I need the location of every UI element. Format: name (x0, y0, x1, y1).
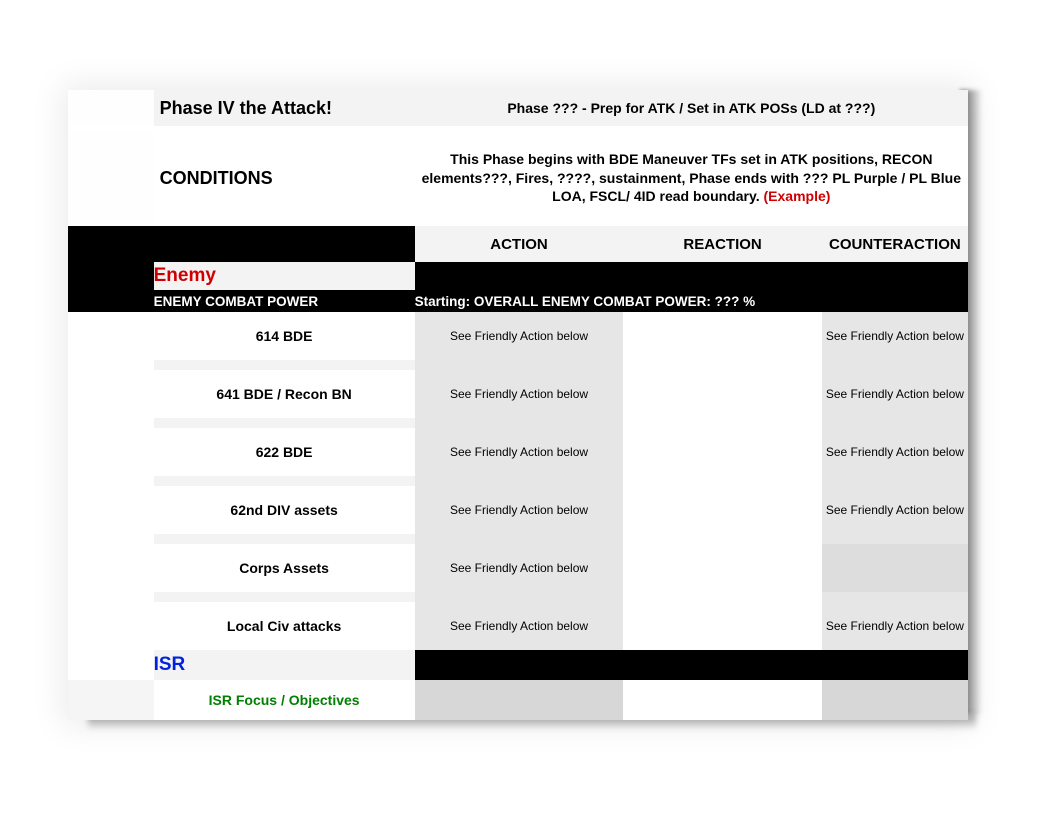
enemy-action: See Friendly Action below (415, 561, 624, 575)
enemy-section-row: Enemy (68, 262, 968, 290)
conditions-text: This Phase begins with BDE Maneuver TFs … (415, 150, 968, 207)
enemy-counter: See Friendly Action below (822, 619, 968, 633)
header-counteraction: COUNTERACTION (822, 236, 968, 253)
enemy-row: 62nd DIV assets See Friendly Action belo… (68, 486, 968, 534)
enemy-action: See Friendly Action below (415, 387, 624, 401)
isr-section-row: ISR (68, 650, 968, 680)
enemy-row: 622 BDE See Friendly Action below See Fr… (68, 428, 968, 476)
enemy-label: Enemy (154, 265, 415, 287)
conditions-row: CONDITIONS This Phase begins with BDE Ma… (68, 130, 968, 226)
enemy-power-value: Starting: OVERALL ENEMY COMBAT POWER: ??… (415, 294, 968, 309)
matrix-sheet: Phase IV the Attack! Phase ??? - Prep fo… (68, 90, 968, 720)
header-reaction: REACTION (623, 236, 821, 253)
enemy-unit: 641 BDE / Recon BN (154, 386, 415, 402)
enemy-row: 641 BDE / Recon BN See Friendly Action b… (68, 370, 968, 418)
header-action: ACTION (415, 236, 624, 253)
phase-subtitle: Phase ??? - Prep for ATK / Set in ATK PO… (415, 100, 968, 116)
enemy-unit: 614 BDE (154, 328, 415, 344)
conditions-example: (Example) (764, 188, 831, 204)
enemy-power-label: ENEMY COMBAT POWER (154, 294, 415, 309)
enemy-unit: 62nd DIV assets (154, 502, 415, 518)
enemy-counter: See Friendly Action below (822, 503, 968, 517)
enemy-row: 614 BDE See Friendly Action below See Fr… (68, 312, 968, 360)
enemy-action: See Friendly Action below (415, 619, 624, 633)
enemy-row: Corps Assets See Friendly Action below (68, 544, 968, 592)
matrix-table: Phase IV the Attack! Phase ??? - Prep fo… (68, 90, 968, 720)
enemy-unit: Local Civ attacks (154, 618, 415, 634)
enemy-unit: 622 BDE (154, 444, 415, 460)
enemy-action: See Friendly Action below (415, 329, 624, 343)
conditions-body: This Phase begins with BDE Maneuver TFs … (422, 151, 961, 205)
isr-label: ISR (154, 654, 415, 676)
conditions-label: CONDITIONS (154, 168, 415, 189)
enemy-action: See Friendly Action below (415, 445, 624, 459)
enemy-action: See Friendly Action below (415, 503, 624, 517)
phase-title: Phase IV the Attack! (154, 98, 415, 119)
enemy-counter: See Friendly Action below (822, 329, 968, 343)
enemy-counter: See Friendly Action below (822, 445, 968, 459)
enemy-power-row: ENEMY COMBAT POWER Starting: OVERALL ENE… (68, 290, 968, 312)
enemy-row: Local Civ attacks See Friendly Action be… (68, 602, 968, 650)
enemy-unit: Corps Assets (154, 560, 415, 576)
isr-focus: ISR Focus / Objectives (154, 692, 415, 708)
title-row: Phase IV the Attack! Phase ??? - Prep fo… (68, 90, 968, 126)
enemy-counter: See Friendly Action below (822, 387, 968, 401)
isr-focus-row: ISR Focus / Objectives (68, 680, 968, 720)
column-headers-row: ACTION REACTION COUNTERACTION (68, 226, 968, 262)
